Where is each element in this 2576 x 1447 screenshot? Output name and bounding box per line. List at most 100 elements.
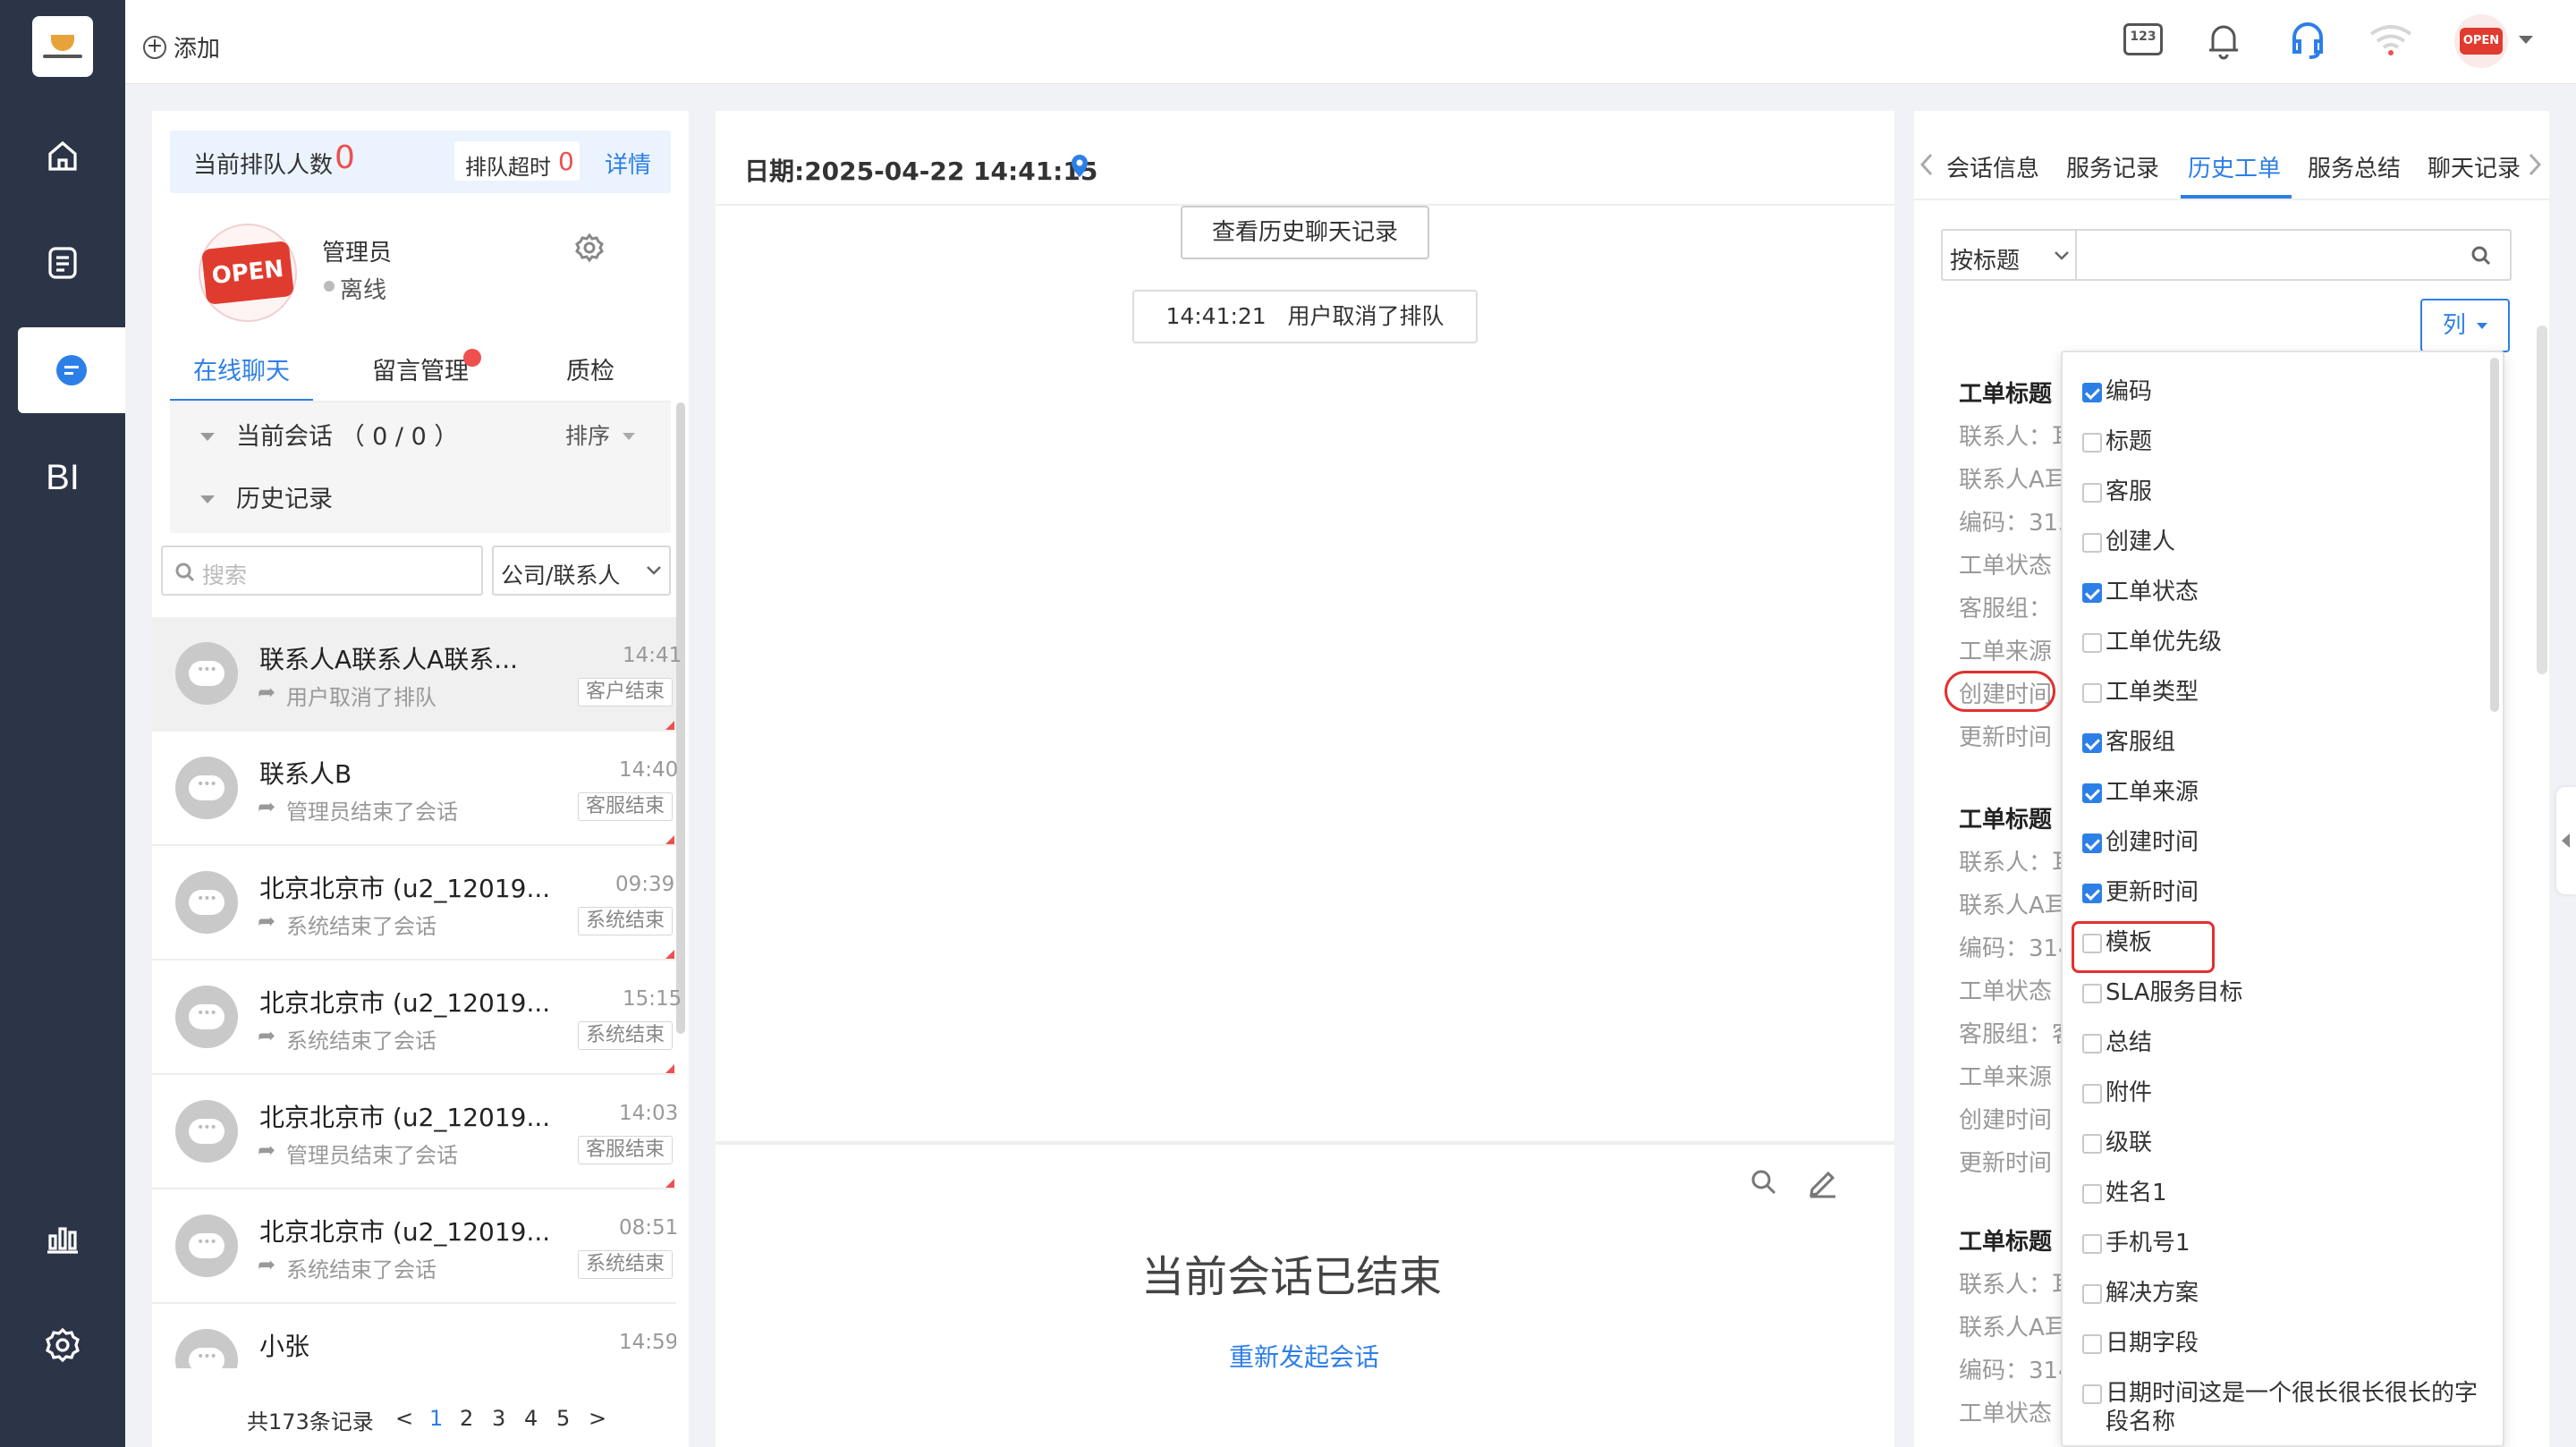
headset-icon[interactable] bbox=[2288, 20, 2327, 61]
collapse-handle[interactable] bbox=[2556, 787, 2576, 894]
pager-prev[interactable]: < bbox=[395, 1406, 413, 1431]
column-checkbox[interactable] bbox=[2082, 1334, 2102, 1354]
caret-down-icon[interactable] bbox=[200, 433, 215, 441]
column-option[interactable]: 创建人 bbox=[2082, 526, 2485, 576]
tab-quality[interactable]: 质检 bbox=[519, 352, 662, 402]
restart-session-link[interactable]: 重新发起会话 bbox=[1229, 1338, 1379, 1374]
column-checkbox[interactable] bbox=[2082, 834, 2102, 853]
nav-home[interactable] bbox=[18, 113, 107, 199]
user-avatar[interactable]: OPEN bbox=[2454, 14, 2508, 68]
caret-down-icon[interactable] bbox=[200, 495, 215, 503]
pager-page-4[interactable]: 4 bbox=[524, 1406, 538, 1431]
gear-icon[interactable] bbox=[574, 233, 605, 263]
column-option[interactable]: 工单优先级 bbox=[2082, 626, 2485, 676]
list-item[interactable]: 北京北京市 (u2_12019... 14:03 ➦ 管理员结束了会话 客服结束 bbox=[152, 1075, 678, 1189]
column-option[interactable]: 工单类型 bbox=[2082, 676, 2485, 726]
search-input[interactable]: 搜索 bbox=[161, 546, 483, 596]
tree-history[interactable]: 历史记录 bbox=[236, 479, 333, 514]
column-option[interactable]: SLA服务目标 bbox=[2082, 977, 2485, 1027]
column-checkbox[interactable] bbox=[2082, 433, 2102, 453]
pager-page-3[interactable]: 3 bbox=[492, 1406, 505, 1431]
list-item[interactable]: 联系人A联系人A联系... 14:41 ➦ 用户取消了排队 客户结束 bbox=[152, 617, 682, 732]
chevron-down-icon[interactable] bbox=[2519, 36, 2533, 44]
column-checkbox[interactable] bbox=[2082, 1134, 2102, 1154]
keyboard-icon[interactable]: 123 bbox=[2123, 23, 2163, 55]
filter-select[interactable]: 公司/联系人 bbox=[492, 546, 671, 596]
column-option[interactable]: 日期字段 bbox=[2082, 1327, 2485, 1377]
nav-stats[interactable] bbox=[18, 1195, 107, 1281]
tab-history-tickets[interactable]: 历史工单 bbox=[2188, 150, 2281, 183]
tab-service-summary[interactable]: 服务总结 bbox=[2308, 150, 2401, 183]
column-option[interactable]: 编码 bbox=[2082, 376, 2485, 426]
column-checkbox[interactable] bbox=[2082, 1234, 2102, 1254]
column-checkbox[interactable] bbox=[2082, 733, 2102, 753]
chevron-right-icon[interactable] bbox=[2528, 152, 2542, 177]
pager-page-2[interactable]: 2 bbox=[460, 1406, 473, 1431]
nav-chat[interactable] bbox=[18, 327, 125, 413]
bell-icon[interactable] bbox=[2206, 21, 2241, 61]
column-checkbox[interactable] bbox=[2082, 483, 2102, 503]
column-checkbox[interactable] bbox=[2082, 633, 2102, 653]
ticket-title[interactable]: 工单标题 bbox=[1959, 1223, 2052, 1257]
column-option[interactable]: 更新时间 bbox=[2082, 876, 2485, 927]
column-option[interactable]: 解决方案 bbox=[2082, 1277, 2485, 1327]
column-option[interactable]: 工单状态 bbox=[2082, 576, 2485, 626]
agent-avatar[interactable]: OPEN bbox=[199, 224, 297, 322]
pager-page-5[interactable]: 5 bbox=[556, 1406, 570, 1431]
column-checkbox[interactable] bbox=[2082, 1384, 2102, 1404]
column-option[interactable]: 手机号1 bbox=[2082, 1227, 2485, 1277]
list-item[interactable]: 联系人B 14:40 ➦ 管理员结束了会话 客服结束 bbox=[152, 732, 678, 846]
pager-next[interactable]: > bbox=[589, 1406, 606, 1431]
column-checkbox[interactable] bbox=[2082, 583, 2102, 603]
ticket-title[interactable]: 工单标题 bbox=[1959, 801, 2052, 834]
column-option[interactable]: 创建时间 bbox=[2082, 826, 2485, 876]
column-option[interactable]: 工单来源 bbox=[2082, 776, 2485, 826]
column-checkbox[interactable] bbox=[2082, 884, 2102, 903]
add-button[interactable]: + 添加 bbox=[143, 30, 220, 63]
columns-button[interactable]: 列 bbox=[2420, 299, 2510, 352]
column-checkbox[interactable] bbox=[2082, 1034, 2102, 1054]
dropdown-scrollbar[interactable] bbox=[2490, 358, 2499, 712]
search-icon[interactable] bbox=[1750, 1168, 1778, 1197]
history-chat-button[interactable]: 查看历史聊天记录 bbox=[1181, 206, 1429, 259]
list-scrollbar[interactable] bbox=[676, 402, 685, 1034]
ticket-search-input[interactable] bbox=[2075, 229, 2512, 281]
column-option[interactable]: 附件 bbox=[2082, 1077, 2485, 1127]
column-checkbox[interactable] bbox=[2082, 1284, 2102, 1304]
column-checkbox[interactable] bbox=[2082, 984, 2102, 1003]
list-item[interactable]: 北京北京市 (u2_12019... 08:51 ➦ 系统结束了会话 系统结束 bbox=[152, 1189, 678, 1304]
column-option[interactable]: 客服组 bbox=[2082, 726, 2485, 776]
tree-sort[interactable]: 排序 bbox=[565, 419, 610, 451]
column-checkbox[interactable] bbox=[2082, 1084, 2102, 1104]
panel-scrollbar[interactable] bbox=[2537, 326, 2547, 674]
column-checkbox[interactable] bbox=[2082, 783, 2102, 803]
tree-current-sessions[interactable]: 当前会话 （ 0 / 0 ） bbox=[236, 417, 458, 452]
nav-settings[interactable] bbox=[18, 1302, 107, 1388]
pager-page-1[interactable]: 1 bbox=[429, 1406, 443, 1431]
ticket-title[interactable]: 工单标题 bbox=[1959, 376, 2052, 409]
column-option[interactable]: 标题 bbox=[2082, 426, 2485, 476]
queue-detail-link[interactable]: 详情 bbox=[605, 147, 651, 180]
status-badge: 系统结束 bbox=[578, 907, 674, 935]
column-checkbox[interactable] bbox=[2082, 1184, 2102, 1204]
column-option[interactable]: 日期时间这是一个很长很长很长的字段名称 bbox=[2082, 1377, 2485, 1435]
column-checkbox[interactable] bbox=[2082, 383, 2102, 402]
list-item[interactable]: 北京北京市 (u2_12019... 09:39 ➦ 系统结束了会话 系统结束 bbox=[152, 846, 676, 960]
tab-chat-records[interactable]: 聊天记录 bbox=[2428, 150, 2521, 183]
tab-online-chat[interactable]: 在线聊天 bbox=[170, 352, 313, 402]
column-option[interactable]: 级联 bbox=[2082, 1127, 2485, 1177]
list-item[interactable]: 北京北京市 (u2_12019... 15:15 ➦ 系统结束了会话 系统结束 bbox=[152, 960, 682, 1075]
column-checkbox[interactable] bbox=[2082, 683, 2102, 703]
field-select[interactable]: 按标题 bbox=[1941, 229, 2077, 281]
nav-tickets[interactable] bbox=[18, 220, 107, 306]
chevron-left-icon[interactable] bbox=[1919, 152, 1934, 177]
column-option[interactable]: 姓名1 bbox=[2082, 1177, 2485, 1227]
column-checkbox[interactable] bbox=[2082, 533, 2102, 553]
edit-icon[interactable] bbox=[1807, 1166, 1839, 1198]
tab-service-records[interactable]: 服务记录 bbox=[2066, 150, 2159, 183]
column-option[interactable]: 客服 bbox=[2082, 476, 2485, 526]
nav-bi[interactable]: BI bbox=[18, 435, 107, 520]
tab-session-info[interactable]: 会话信息 bbox=[1946, 150, 2039, 183]
column-option[interactable]: 总结 bbox=[2082, 1027, 2485, 1077]
list-item[interactable]: 小张 14:59 bbox=[152, 1304, 676, 1375]
